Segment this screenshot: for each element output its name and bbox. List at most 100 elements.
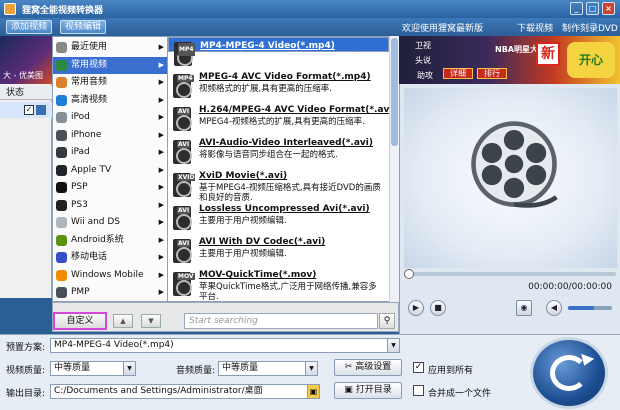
category-item[interactable]: iPod ▶ <box>53 109 167 127</box>
format-badge: AVI <box>177 207 191 214</box>
format-item[interactable]: AVI Lossless Uncompressed Avi(*.avi) 主要用于用… <box>168 202 389 238</box>
category-icon <box>56 164 67 176</box>
category-item[interactable]: PMP ▶ <box>53 284 167 302</box>
category-icon <box>56 59 67 71</box>
category-item[interactable]: 最近使用 ▶ <box>53 39 167 57</box>
open-directory-button[interactable]: ▣ 打开目录 <box>334 382 402 399</box>
preset-label: 预置方案: <box>6 343 46 353</box>
merge-label: 合并成一个文件 <box>428 389 492 399</box>
format-name: Lossless Uncompressed Avi(*.avi) <box>199 204 370 214</box>
category-item[interactable]: 常用音频 ▶ <box>53 74 167 92</box>
scrollbar-thumb[interactable] <box>391 38 398 146</box>
folder-icon[interactable]: ▣ <box>307 385 319 398</box>
format-list-scrollbar[interactable] <box>389 36 399 302</box>
category-icon <box>56 94 67 106</box>
volume-slider[interactable] <box>568 306 612 310</box>
file-checkbox[interactable]: ✓ <box>24 105 34 115</box>
format-item[interactable]: AVI H.264/MPEG-4 AVC Video Format(*.avi) M… <box>168 103 389 139</box>
chevron-right-icon: ▶ <box>158 270 164 279</box>
format-item[interactable]: MP4 MP4-MPEG-4 Video(*.mp4) 为网络广播、视频通讯定制的压… <box>168 37 389 72</box>
ad-banner[interactable]: 卫视 头说 助攻 NBA明星大 详细 排行 新 开心 <box>399 36 620 84</box>
category-label: PS3 <box>71 199 88 210</box>
scroll-down-button[interactable]: ▼ <box>141 314 161 328</box>
output-dir-value: C:/Documents and Settings/Administrator/… <box>54 386 263 396</box>
category-icon <box>56 269 67 281</box>
play-icon[interactable]: ▶ <box>408 300 424 316</box>
preview-screen <box>404 88 617 268</box>
wrench-icon: ✂ <box>344 362 353 372</box>
scroll-up-button[interactable]: ▲ <box>113 314 133 328</box>
category-label: Windows Mobile <box>71 269 144 280</box>
category-icon <box>56 217 67 228</box>
seek-knob[interactable] <box>404 269 414 279</box>
category-label: iPhone <box>71 129 102 140</box>
folder-icon: ▣ <box>344 385 353 395</box>
format-item[interactable]: AVI AVI With DV Codec(*.avi) 主要用于用户视频编辑. <box>168 235 389 271</box>
preset-value: MP4-MPEG-4 Video(*.mp4) <box>54 340 174 350</box>
advanced-settings-button[interactable]: ✂ 高级设置 <box>334 359 402 376</box>
burn-dvd-link[interactable]: 制作刻录DVD <box>562 21 618 34</box>
category-item[interactable]: Apple TV ▶ <box>53 162 167 180</box>
audio-quality-select[interactable]: 中等质量 ▼ <box>218 361 318 376</box>
download-video-link[interactable]: 下载视频 <box>517 21 553 34</box>
close-button[interactable]: × <box>602 2 615 15</box>
category-item[interactable]: 常用视频 ▶ <box>53 56 167 74</box>
film-icon: MOV <box>173 272 195 296</box>
category-item[interactable]: iPhone ▶ <box>53 127 167 145</box>
category-item[interactable]: 高清视频 ▶ <box>53 92 167 110</box>
edit-video-button[interactable]: 视频编辑 <box>60 20 107 34</box>
search-icon[interactable]: ⚲ <box>379 313 395 329</box>
format-item[interactable]: MP4 MPEG-4 AVC Video Format(*.mp4) 视频格式的扩展… <box>168 70 389 106</box>
ad-detail-button[interactable]: 详细 <box>443 68 473 79</box>
volume-icon[interactable]: ◀ <box>546 300 562 316</box>
category-label: 常用视频 <box>71 59 108 70</box>
merge-checkbox[interactable] <box>413 385 424 396</box>
welcome-link[interactable]: 欢迎使用狸窝最新版 <box>402 21 483 34</box>
film-icon: AVI <box>173 107 192 131</box>
title-bar: 狸窝全能视频转换器 _ □ × <box>0 0 620 18</box>
seek-bar[interactable] <box>404 269 616 279</box>
preset-select[interactable]: MP4-MPEG-4 Video(*.mp4) ▼ <box>50 338 400 353</box>
add-video-button[interactable]: 添加视频 <box>6 20 53 34</box>
file-row[interactable]: ✓ <box>0 102 52 118</box>
output-dir-label: 输出目录: <box>6 389 46 399</box>
format-name: MPEG-4 AVC Video Format(*.mp4) <box>199 72 371 82</box>
chevron-down-icon[interactable]: ▼ <box>305 362 317 375</box>
audio-quality-value: 中等质量 <box>222 363 259 373</box>
ad-rank-button[interactable]: 排行 <box>477 68 507 79</box>
format-item[interactable]: AVI AVI-Audio-Video Interleaved(*.avi) 将影像… <box>168 136 389 172</box>
chevron-down-icon[interactable]: ▼ <box>123 362 135 375</box>
category-item[interactable]: Windows Mobile ▶ <box>53 267 167 285</box>
chevron-down-icon[interactable]: ▼ <box>387 339 399 352</box>
stop-icon[interactable]: ■ <box>430 300 446 316</box>
output-dir-input[interactable]: C:/Documents and Settings/Administrator/… <box>50 384 320 399</box>
format-item[interactable]: MOV MOV-QuickTime(*.mov) 苹果QuickTime格式,广泛用… <box>168 268 389 301</box>
apply-all-checkbox[interactable]: ✓ <box>413 362 424 373</box>
chevron-right-icon: ▶ <box>158 218 164 226</box>
chevron-right-icon: ▶ <box>158 165 164 174</box>
category-icon <box>56 199 67 211</box>
camera-icon[interactable]: ◉ <box>516 300 532 316</box>
chevron-right-icon: ▶ <box>158 253 164 261</box>
convert-button[interactable] <box>530 337 608 409</box>
ad-new-badge: 新 <box>536 42 560 66</box>
format-badge: AVI <box>177 141 191 148</box>
category-item[interactable]: PSP ▶ <box>53 179 167 197</box>
category-item[interactable]: 移动电话 ▶ <box>53 249 167 267</box>
search-input[interactable]: Start searching <box>184 313 378 329</box>
category-item[interactable]: Wii and DS ▶ <box>53 214 167 232</box>
chevron-right-icon: ▶ <box>158 60 164 69</box>
maximize-button[interactable]: □ <box>586 2 599 15</box>
category-item[interactable]: Android系统 ▶ <box>53 232 167 250</box>
category-icon <box>56 112 67 123</box>
chevron-right-icon: ▶ <box>158 130 164 139</box>
custom-button[interactable]: 自定义 <box>53 312 107 330</box>
category-item[interactable]: iPad ▶ <box>53 144 167 162</box>
format-item[interactable]: XVID XviD Movie(*.avi) 基于MPEG4-视频压缩格式,具有接近… <box>168 169 389 205</box>
format-description: 主要用于用户视频编辑. <box>199 216 287 226</box>
video-quality-select[interactable]: 中等质量 ▼ <box>50 361 136 376</box>
format-list: MP4 MP4-MPEG-4 Video(*.mp4) 为网络广播、视频通讯定制的压… <box>168 36 389 302</box>
category-item[interactable]: PS3 ▶ <box>53 197 167 215</box>
minimize-button[interactable]: _ <box>570 2 583 15</box>
format-badge: XVID <box>177 174 196 181</box>
